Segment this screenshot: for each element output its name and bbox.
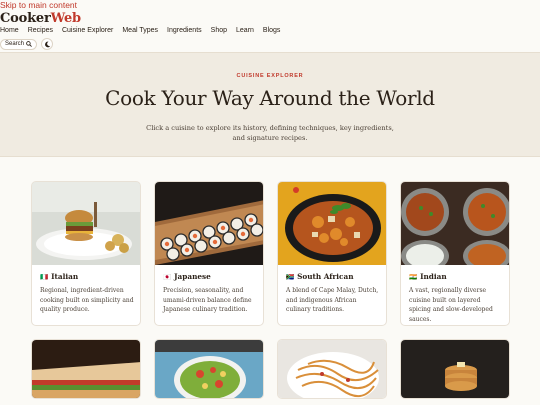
- nav-ingredients[interactable]: Ingredients: [167, 27, 202, 34]
- cuisine-card-7[interactable]: [277, 339, 387, 399]
- cuisine-name: Japanese: [174, 272, 211, 281]
- cuisine-name: Indian: [420, 272, 447, 281]
- header-tools: Search: [0, 38, 54, 50]
- nav-recipes[interactable]: Recipes: [28, 27, 53, 34]
- italy-flag-icon: 🇮🇹: [40, 272, 49, 281]
- moon-icon: [44, 41, 50, 47]
- skip-to-content-link[interactable]: Skip to main content: [0, 0, 77, 10]
- cuisine-description: A vast, regionally diverse cuisine built…: [409, 287, 493, 323]
- indian-photo: [401, 182, 509, 265]
- cuisine-card-8-photo: [401, 340, 509, 398]
- cuisine-card-japanese[interactable]: 🇯🇵 Japanese Precision, seasonality, and u…: [154, 181, 264, 326]
- south-african-photo: [278, 182, 386, 265]
- nav-shop[interactable]: Shop: [211, 27, 227, 34]
- japan-flag-icon: 🇯🇵: [163, 272, 172, 281]
- main-nav: Home Recipes Cuisine Explorer Meal Types…: [0, 27, 280, 34]
- india-flag-icon: 🇮🇳: [409, 272, 418, 281]
- cuisine-card-south-african[interactable]: 🇿🇦 South African A blend of Cape Malay, D…: [277, 181, 387, 326]
- italian-photo: [32, 182, 140, 265]
- site-logo[interactable]: CookerWeb: [0, 11, 81, 26]
- hero-subtitle: Click a cuisine to explore its history, …: [146, 124, 394, 142]
- cuisine-card-5-photo: [32, 340, 140, 398]
- cuisine-card-6[interactable]: [154, 339, 264, 399]
- nav-meal-types[interactable]: Meal Types: [122, 27, 158, 34]
- search-label: Search: [5, 41, 25, 47]
- cuisine-name: South African: [297, 272, 354, 281]
- nav-blogs[interactable]: Blogs: [263, 27, 281, 34]
- cuisine-name: Italian: [51, 272, 79, 281]
- cuisine-card-indian[interactable]: 🇮🇳 Indian A vast, regionally diverse cuis…: [400, 181, 510, 326]
- japanese-photo: [155, 182, 263, 265]
- cuisine-grid: 🇮🇹 Italian Regional, ingredient-driven co…: [31, 181, 510, 399]
- cuisine-description: A blend of Cape Malay, Dutch, and indige…: [286, 287, 379, 313]
- cuisine-card-6-photo: [155, 340, 263, 398]
- cuisine-description: Precision, seasonality, and umami-driven…: [163, 287, 252, 313]
- nav-learn[interactable]: Learn: [236, 27, 254, 34]
- search-icon: [26, 41, 32, 47]
- cuisine-card-5[interactable]: [31, 339, 141, 399]
- cuisine-card-8[interactable]: [400, 339, 510, 399]
- cuisine-card-italian[interactable]: 🇮🇹 Italian Regional, ingredient-driven co…: [31, 181, 141, 326]
- page-title: Cook Your Way Around the World: [105, 86, 435, 110]
- search-button[interactable]: Search: [0, 38, 38, 50]
- cuisine-description: Regional, ingredient-driven cooking buil…: [40, 287, 134, 313]
- theme-toggle-button[interactable]: [41, 38, 54, 50]
- hero-eyebrow: CUISINE EXPLORER: [236, 73, 304, 79]
- south-africa-flag-icon: 🇿🇦: [286, 272, 295, 281]
- hero-section: CUISINE EXPLORER Cook Your Way Around th…: [0, 52, 540, 157]
- cuisine-card-7-photo: [278, 340, 386, 398]
- nav-home[interactable]: Home: [0, 27, 19, 34]
- nav-cuisine-explorer[interactable]: Cuisine Explorer: [62, 27, 113, 34]
